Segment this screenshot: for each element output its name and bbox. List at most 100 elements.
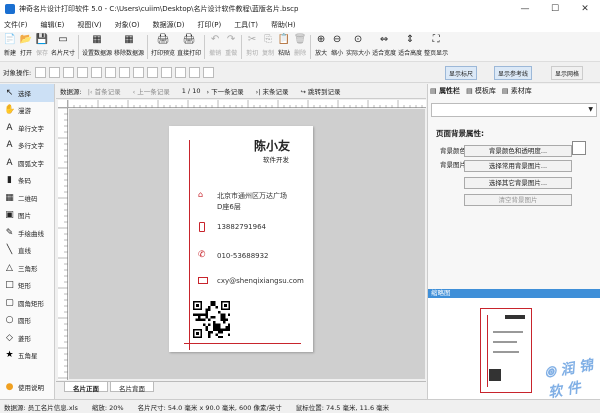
tool-item[interactable]: ↖ 选择 (0, 84, 54, 102)
toolbar-button[interactable]: 💾 保存 (35, 32, 49, 57)
bg-color-button[interactable]: 背景颜色和透明度... (464, 145, 572, 157)
card-address-2[interactable]: D座6层 (217, 202, 241, 212)
thumbnail-card[interactable] (480, 308, 532, 393)
menu-item[interactable]: 编辑(E) (41, 20, 65, 30)
tool-item[interactable]: ◇ 菱形 (0, 329, 54, 347)
toolbar-label: 新建 (3, 50, 16, 57)
ungroup-icon[interactable] (189, 66, 201, 78)
qr-code[interactable] (193, 301, 231, 339)
menu-item[interactable]: 文件(F) (4, 20, 28, 30)
card-phone[interactable]: 13882791964 (217, 223, 266, 231)
page-tab[interactable]: 名片背面 (110, 382, 154, 393)
tool-label: 圆弧文字 (18, 159, 44, 168)
tool-item[interactable]: □ 矩形 (0, 277, 54, 295)
toolbar-button[interactable]: ↷ 重做 (224, 32, 238, 57)
toolbar-button[interactable]: ⇔ 适合宽度 (372, 32, 396, 57)
record-page: 1 / 10 (181, 87, 201, 95)
minimize-button[interactable]: — (510, 0, 540, 18)
page-tab[interactable]: 名片正面 (64, 382, 108, 393)
toolbar-button[interactable]: ⇕ 适合高度 (398, 32, 422, 57)
menu-item[interactable]: 数据源(D) (153, 20, 185, 30)
tool-item[interactable]: ▮ 条码 (0, 172, 54, 190)
thumbnail-header: 缩略图 (428, 289, 600, 298)
send-back-icon[interactable] (161, 66, 173, 78)
card-name[interactable]: 陈小友 (254, 137, 290, 154)
tool-item[interactable]: A 单行文字 (0, 119, 54, 137)
toolbar-button[interactable]: 🖨 直接打印 (177, 32, 201, 57)
other-bg-image-button[interactable]: 选择其它背景图片... (464, 177, 572, 189)
menu-item[interactable]: 对象(O) (115, 20, 140, 30)
toolbar-button[interactable]: ↶ 撤销 (208, 32, 222, 57)
bg-color-swatch[interactable] (572, 141, 586, 155)
menu-item[interactable]: 打印(P) (198, 20, 222, 30)
tool-item[interactable]: ✎ 手绘曲线 (0, 224, 54, 242)
show-ruler-toggle[interactable]: 显示标尺 (445, 66, 478, 80)
status-zoom: 缩放: 20% (91, 403, 124, 412)
toolbar-label: 复制 (262, 50, 275, 57)
phone-icon: ✆ (198, 250, 206, 260)
toolbar-button[interactable]: ⛶ 整页显示 (424, 32, 448, 57)
tool-item[interactable]: ▦ 二维码 (0, 189, 54, 207)
card-tel[interactable]: 010-53688932 (217, 252, 269, 260)
clear-bg-image-button[interactable]: 清空背景图片 (464, 194, 572, 206)
tool-item[interactable]: ▢ 圆角矩形 (0, 294, 54, 312)
tool-item[interactable]: ▣ 图片 (0, 207, 54, 225)
tool-item[interactable]: ╲ 直线 (0, 242, 54, 260)
toolbar-button[interactable]: 📋 粘贴 (277, 32, 291, 57)
align-middle-icon[interactable] (91, 66, 103, 78)
close-button[interactable]: ✕ (570, 0, 600, 18)
align-bottom-icon[interactable] (105, 66, 117, 78)
jump-record-button[interactable]: ↪ 跳转到记录 (301, 86, 347, 96)
distribute-v-icon[interactable] (133, 66, 145, 78)
maximize-button[interactable]: ☐ (540, 0, 570, 18)
toolbar-button[interactable]: ✂ 剪切 (245, 32, 259, 57)
align-right-icon[interactable] (63, 66, 75, 78)
menu-item[interactable]: 视图(V) (77, 20, 101, 30)
align-top-icon[interactable] (77, 66, 89, 78)
toolbar-button[interactable]: 🖨 打印预览 (151, 32, 175, 57)
menu-item[interactable]: 工具(T) (234, 20, 258, 30)
toolbar-button[interactable]: ▦ 设置数据源 (82, 32, 112, 57)
tool-item[interactable]: A 圆弧文字 (0, 154, 54, 172)
toolbar-button[interactable]: ⊙ 实际大小 (346, 32, 370, 57)
tab-properties[interactable]: ▤ 属性栏 (430, 86, 460, 99)
toolbar-button[interactable]: ⊕ 放大 (314, 32, 328, 57)
align-left-icon[interactable] (35, 66, 47, 78)
toolbar-button[interactable]: 📄 新建 (3, 32, 17, 57)
toolbar-button[interactable]: 🗑 删除 (293, 32, 307, 57)
tab-templates[interactable]: ▤ 模板库 (466, 86, 496, 99)
menu-item[interactable]: 帮助(H) (271, 20, 296, 30)
toolbar-label: 整页显示 (424, 50, 449, 57)
toolbar-button[interactable]: ▦ 移除数据源 (114, 32, 144, 57)
toolbar-button[interactable]: ⊖ 缩小 (330, 32, 344, 57)
prev-record-button[interactable]: ‹ 上一条记录 (133, 86, 176, 96)
object-select[interactable]: ▼ (431, 103, 597, 117)
toolbar-button[interactable]: 📂 打开 (19, 32, 33, 57)
tool-item[interactable]: A 多行文字 (0, 137, 54, 155)
first-record-button[interactable]: |‹ 首条记录 (88, 86, 127, 96)
tool-item[interactable]: ★ 五角星 (0, 347, 54, 365)
show-grid-toggle[interactable]: 显示网格 (551, 66, 584, 80)
tool-item[interactable]: △ 三角形 (0, 259, 54, 277)
tab-materials[interactable]: ▤ 素材库 (502, 86, 532, 99)
group-icon[interactable] (175, 66, 187, 78)
tool-item[interactable]: ✋ 漫游 (0, 102, 54, 120)
common-bg-image-button[interactable]: 选择常用背景图片... (464, 160, 572, 172)
distribute-h-icon[interactable] (119, 66, 131, 78)
last-record-button[interactable]: ›| 末条记录 (256, 86, 295, 96)
lock-icon[interactable] (203, 66, 215, 78)
bring-front-icon[interactable] (147, 66, 159, 78)
show-guides-toggle[interactable]: 显示参考线 (494, 66, 533, 80)
toolbar-button[interactable]: ⎘ 复制 (261, 32, 275, 57)
business-card[interactable]: 陈小友 软件开发 ⌂ 北京市通州区万达广场 D座6层 13882791964 ✆… (169, 126, 313, 352)
help-item[interactable]: ● 使用说明 (0, 378, 44, 396)
thumb-name (505, 315, 525, 319)
card-address-1[interactable]: 北京市通州区万达广场 (217, 191, 287, 201)
toolbar-button[interactable]: ▭ 名片尺寸 (51, 32, 75, 57)
card-title[interactable]: 软件开发 (263, 154, 289, 164)
card-email[interactable]: cxy@shenqixiangsu.com (217, 277, 304, 285)
tool-item[interactable]: ○ 圆形 (0, 312, 54, 330)
align-center-icon[interactable] (49, 66, 61, 78)
status-bar: 数据源: 员工名片信息.xls 缩放: 20% 名片尺寸: 54.0 毫米 x … (0, 399, 600, 413)
next-record-button[interactable]: › 下一条记录 (206, 86, 249, 96)
